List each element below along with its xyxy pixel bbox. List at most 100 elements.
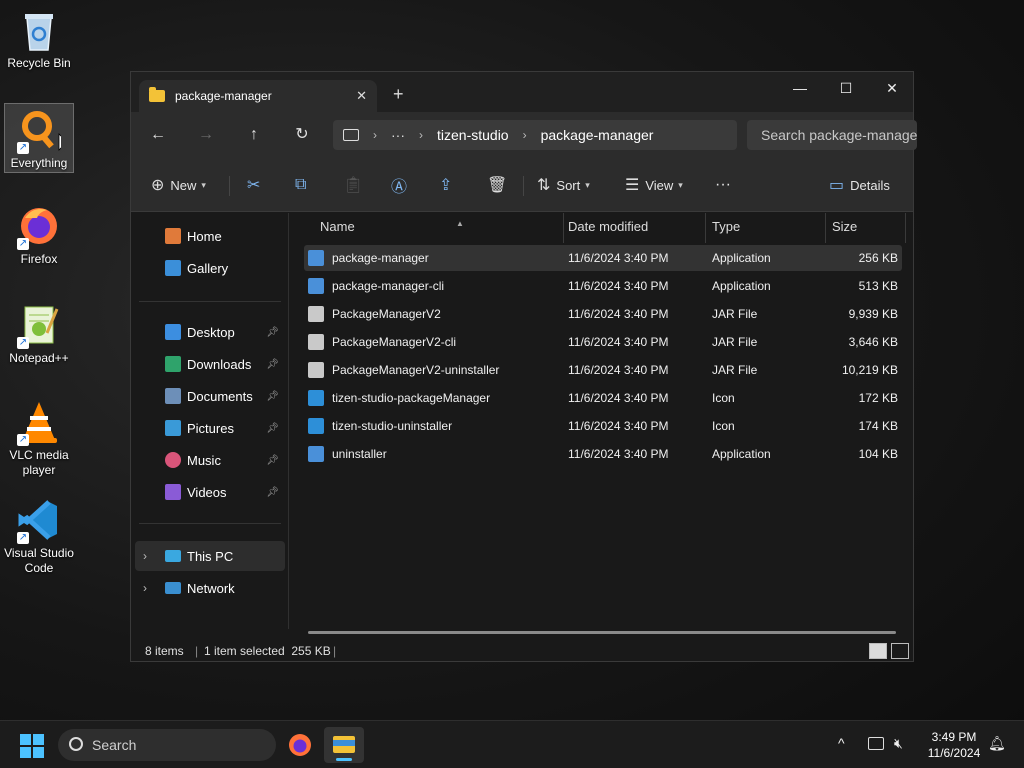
sidebar-item-network[interactable]: › Network bbox=[135, 573, 285, 603]
sidebar-item-label: Pictures bbox=[187, 420, 234, 436]
file-name: tizen-studio-packageManager bbox=[332, 391, 491, 405]
column-header-name[interactable]: Name ▲ bbox=[314, 213, 564, 243]
sidebar-item-gallery[interactable]: Gallery bbox=[135, 253, 285, 283]
search-box[interactable]: Search package-manager bbox=[747, 120, 917, 150]
taskbar-app-firefox[interactable] bbox=[280, 727, 320, 763]
tiles-view-button[interactable] bbox=[891, 643, 909, 659]
shortcut-arrow-icon: ↗ bbox=[17, 532, 29, 544]
sidebar-item-pictures[interactable]: Pictures 📌︎ bbox=[135, 413, 285, 443]
tab-package-manager[interactable]: package-manager ✕ bbox=[139, 80, 377, 112]
desktop-icon-label: Notepad++ bbox=[9, 351, 69, 365]
file-row[interactable]: PackageManagerV2 11/6/2024 3:40 PM JAR Fil… bbox=[304, 301, 902, 327]
desktop-icon-recycle-bin[interactable]: Recycle Bin bbox=[4, 8, 74, 71]
back-button[interactable]: ← bbox=[145, 123, 171, 147]
sort-button[interactable]: ⇅ Sort ▾ bbox=[537, 172, 590, 198]
details-label: Details bbox=[850, 177, 890, 193]
sidebar-item-downloads[interactable]: Downloads 📌︎ bbox=[135, 349, 285, 379]
desktop-icon-vscode[interactable]: ↗ Visual Studio Code bbox=[4, 498, 74, 576]
file-row[interactable]: PackageManagerV2-cli 11/6/2024 3:40 PM JAR… bbox=[304, 329, 902, 355]
paste-button[interactable]: 📋︎ bbox=[343, 172, 369, 198]
volume-muted-icon[interactable]: 🔇︎ bbox=[894, 735, 903, 752]
share-button[interactable]: ⇪ bbox=[439, 172, 458, 198]
taskbar-app-file-explorer[interactable] bbox=[324, 727, 364, 763]
details-pane-button[interactable]: ▭ Details bbox=[829, 172, 890, 198]
sidebar-item-music[interactable]: Music 📌︎ bbox=[135, 445, 285, 475]
rename-button[interactable]: Ⓐ bbox=[391, 172, 413, 198]
breadcrumb-tizen-studio[interactable]: tizen-studio bbox=[437, 127, 509, 143]
close-button[interactable]: ✕ bbox=[869, 72, 915, 104]
sidebar-item-this-pc[interactable]: › This PC bbox=[135, 541, 285, 571]
file-row[interactable]: PackageManagerV2-uninstaller 11/6/2024 3:… bbox=[304, 357, 902, 383]
clock-time: 3:49 PM bbox=[931, 730, 977, 744]
sidebar-item-label: Documents bbox=[187, 388, 253, 404]
shortcut-arrow-icon: ↗ bbox=[17, 337, 29, 349]
more-options-button[interactable]: ··· bbox=[715, 172, 731, 198]
minimize-button[interactable]: — bbox=[777, 72, 823, 104]
desktop-icon-everything[interactable]: ↗ Everything bbox=[4, 103, 74, 173]
system-clock[interactable]: 3:49 PM 11/6/2024 bbox=[922, 729, 986, 761]
desktop-icon-vlc[interactable]: ↗ VLC media player bbox=[4, 400, 74, 478]
maximize-button[interactable]: ☐ bbox=[823, 72, 869, 104]
column-header-date[interactable]: Date modified bbox=[562, 213, 706, 243]
taskbar-search[interactable]: Search bbox=[58, 729, 276, 761]
trash-icon: 🗑︎ bbox=[487, 177, 508, 194]
sidebar-item-videos[interactable]: Videos 📌︎ bbox=[135, 477, 285, 507]
file-row[interactable]: package-manager 11/6/2024 3:40 PM Applicat… bbox=[304, 245, 902, 271]
tab-bar: package-manager ✕ + — ☐ ✕ bbox=[131, 72, 913, 112]
sidebar-item-label: Videos bbox=[187, 484, 227, 500]
file-date: 11/6/2024 3:40 PM bbox=[568, 419, 669, 433]
cut-button[interactable]: ✂ bbox=[247, 172, 266, 198]
file-size: 3,646 KB bbox=[848, 335, 898, 349]
horizontal-scrollbar[interactable] bbox=[308, 631, 896, 634]
sidebar-item-home[interactable]: Home bbox=[135, 221, 285, 251]
show-hidden-icons-button[interactable]: ^ bbox=[838, 735, 845, 751]
rename-icon: Ⓐ bbox=[391, 179, 408, 196]
firefox-icon bbox=[289, 734, 311, 756]
up-button[interactable]: ↑ bbox=[241, 123, 267, 147]
file-row[interactable]: package-manager-cli 11/6/2024 3:40 PM Appl… bbox=[304, 273, 902, 299]
file-name: tizen-studio-uninstaller bbox=[332, 419, 453, 433]
file-explorer-window: package-manager ✕ + — ☐ ✕ ← → ↑ ↻ › ··· … bbox=[130, 71, 917, 662]
column-header-size[interactable]: Size bbox=[826, 213, 906, 243]
breadcrumb-separator: › bbox=[419, 128, 423, 142]
sidebar-item-documents[interactable]: Documents 📌︎ bbox=[135, 381, 285, 411]
notification-bell-icon[interactable]: 🔔︎ bbox=[988, 735, 1006, 752]
file-type: JAR File bbox=[712, 363, 758, 377]
forward-button[interactable]: → bbox=[193, 123, 219, 147]
desktop-icon-firefox[interactable]: ↗ Firefox bbox=[4, 204, 74, 267]
view-list-icon: ☰ bbox=[625, 177, 640, 194]
status-divider: | bbox=[333, 644, 337, 658]
plus-circle-icon: ⊕ bbox=[151, 177, 165, 194]
pin-icon: 📌︎ bbox=[266, 326, 279, 338]
delete-button[interactable]: 🗑︎ bbox=[487, 172, 513, 198]
refresh-button[interactable]: ↻ bbox=[289, 123, 315, 147]
item-count: 8 items bbox=[145, 644, 184, 658]
chevron-right-icon[interactable]: › bbox=[143, 581, 147, 595]
breadcrumb-package-manager[interactable]: package-manager bbox=[541, 127, 654, 143]
column-header-type[interactable]: Type bbox=[706, 213, 826, 243]
copy-button[interactable]: ⧉ bbox=[295, 172, 312, 198]
details-view-button[interactable] bbox=[869, 643, 887, 659]
file-row[interactable]: uninstaller 11/6/2024 3:40 PM Application 1… bbox=[304, 441, 902, 467]
breadcrumb-overflow[interactable]: ··· bbox=[391, 127, 405, 143]
view-button[interactable]: ☰ View ▾ bbox=[625, 172, 683, 198]
new-tab-button[interactable]: + bbox=[393, 84, 404, 105]
shortcut-arrow-icon: ↗ bbox=[17, 238, 29, 250]
toolbar-divider bbox=[229, 176, 230, 196]
tab-close-button[interactable]: ✕ bbox=[356, 88, 367, 104]
taskbar: Search ^ 🔇︎ 3:49 PM 11/6/2024 🔔︎ bbox=[0, 720, 1024, 768]
file-size: 513 KB bbox=[858, 279, 898, 293]
sidebar-item-desktop[interactable]: Desktop 📌︎ bbox=[135, 317, 285, 347]
file-row[interactable]: tizen-studio-uninstaller 11/6/2024 3:40 P… bbox=[304, 413, 902, 439]
this-pc-icon bbox=[343, 129, 359, 141]
new-button[interactable]: ⊕ New ▾ bbox=[151, 172, 206, 198]
start-button[interactable] bbox=[20, 734, 44, 758]
desktop-icon-notepadpp[interactable]: ↗ Notepad++ bbox=[4, 303, 74, 366]
address-bar[interactable]: › ··· › tizen-studio › package-manager bbox=[333, 120, 737, 150]
file-row[interactable]: tizen-studio-packageManager 11/6/2024 3:4… bbox=[304, 385, 902, 411]
toolbar-divider bbox=[523, 176, 524, 196]
ico-file-icon bbox=[308, 418, 324, 434]
network-status-icon[interactable] bbox=[868, 737, 884, 750]
shortcut-arrow-icon: ↗ bbox=[17, 142, 29, 154]
chevron-right-icon[interactable]: › bbox=[143, 549, 147, 563]
